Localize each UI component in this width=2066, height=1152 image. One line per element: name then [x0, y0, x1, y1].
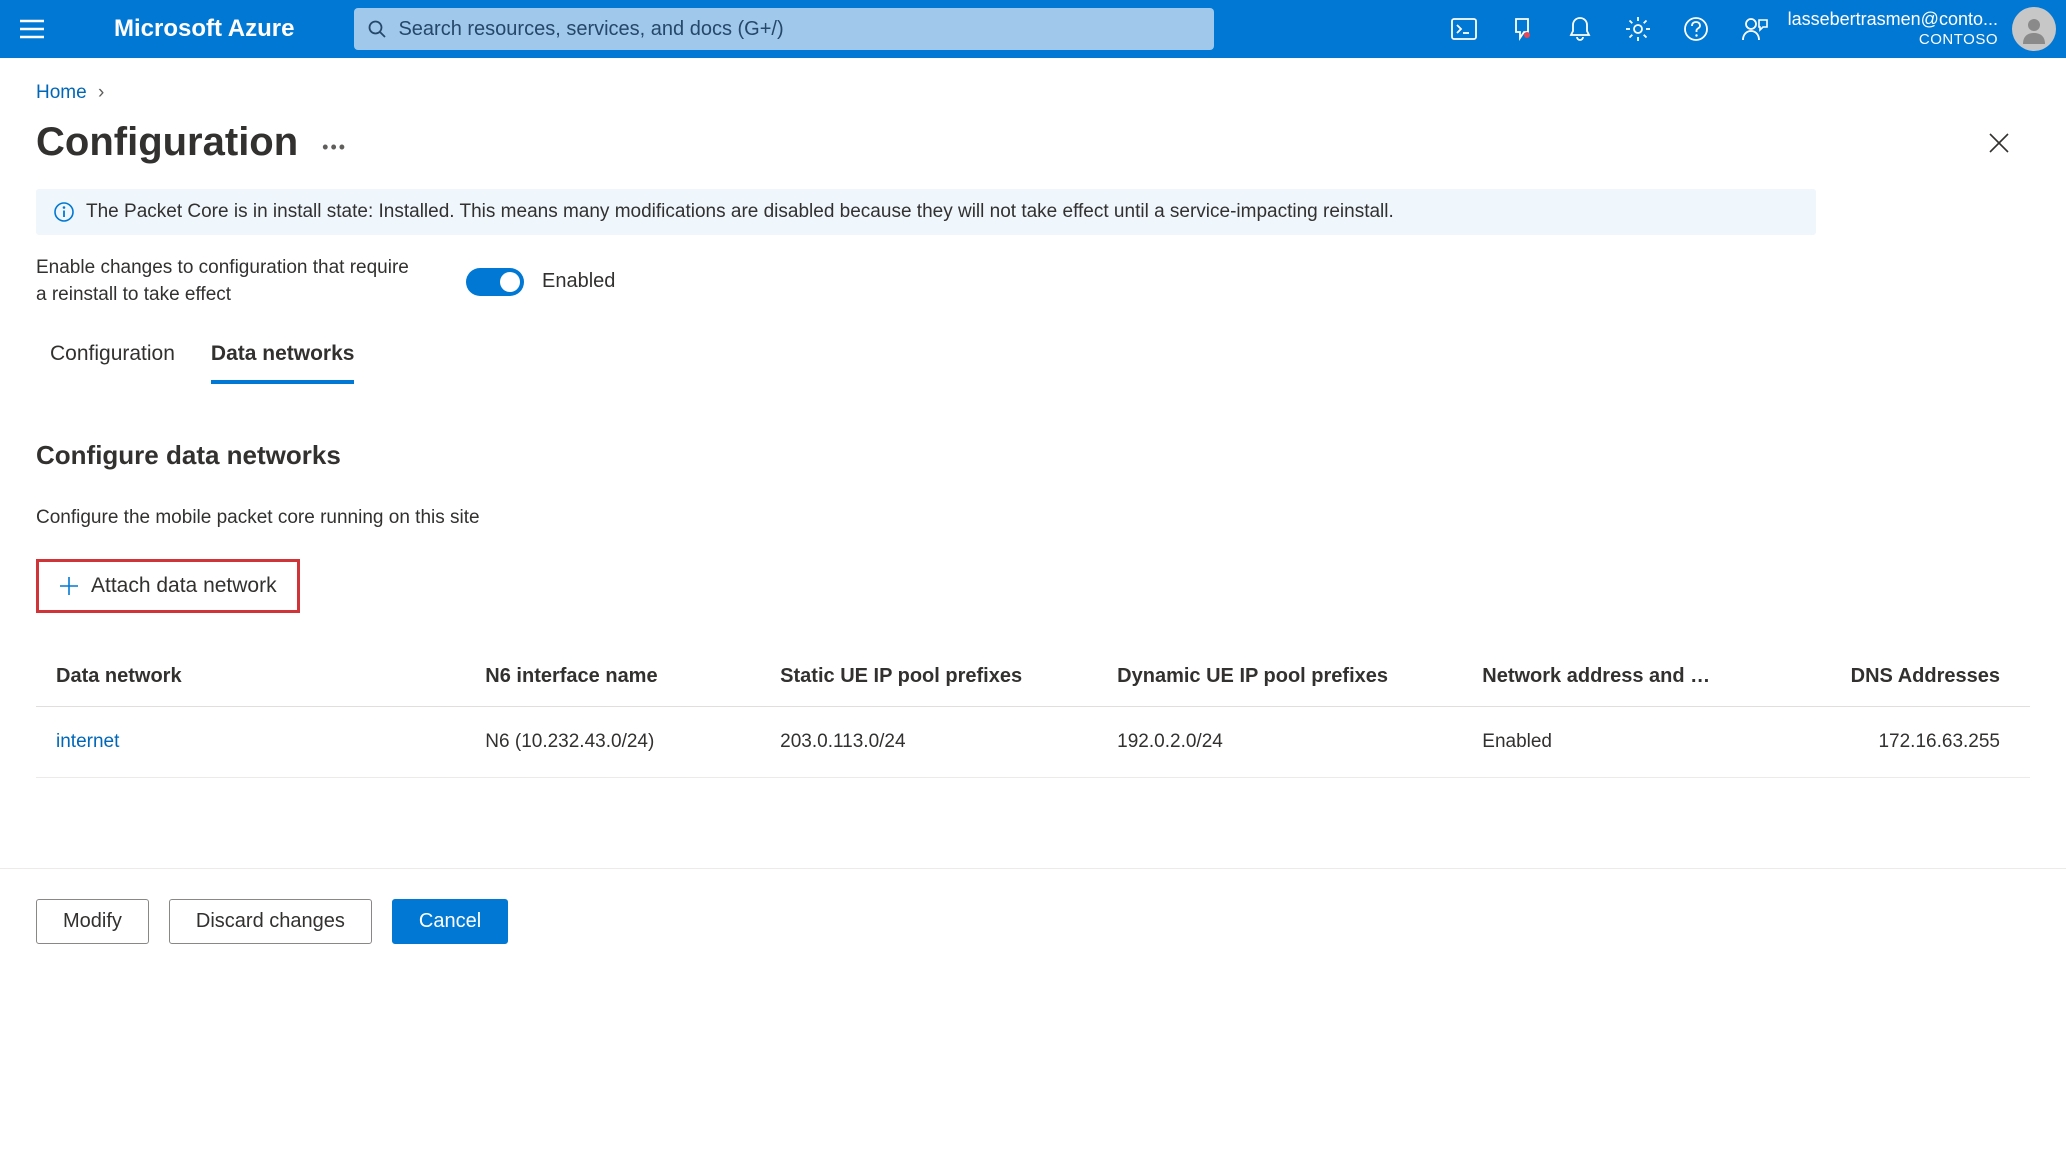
cell-n6: N6 (10.232.43.0/24) — [471, 707, 766, 778]
account-tenant: CONTOSO — [1788, 31, 1998, 49]
more-icon[interactable]: ••• — [322, 127, 347, 158]
info-message: The Packet Core is in install state: Ins… — [86, 201, 1394, 223]
brand-label[interactable]: Microsoft Azure — [114, 15, 294, 43]
col-dns[interactable]: DNS Addresses — [1777, 647, 2030, 707]
breadcrumb: Home › — [0, 58, 2066, 112]
title-row: Configuration ••• — [0, 112, 2066, 189]
col-napt[interactable]: Network address and … — [1468, 647, 1777, 707]
notifications-icon[interactable] — [1566, 15, 1594, 43]
cloud-shell-icon[interactable] — [1450, 15, 1478, 43]
account-email: lassebertrasmen@conto... — [1788, 9, 1998, 31]
cell-data-network[interactable]: internet — [36, 707, 471, 778]
search-input[interactable]: Search resources, services, and docs (G+… — [354, 8, 1214, 50]
topbar-icons — [1450, 15, 1768, 43]
cell-static-ue: 203.0.113.0/24 — [766, 707, 1103, 778]
enable-toggle[interactable] — [466, 268, 524, 296]
section-description: Configure the mobile packet core running… — [36, 507, 2030, 529]
col-n6[interactable]: N6 interface name — [471, 647, 766, 707]
help-icon[interactable] — [1682, 15, 1710, 43]
info-banner: The Packet Core is in install state: Ins… — [36, 189, 1816, 235]
search-icon — [368, 20, 386, 38]
tab-data-networks[interactable]: Data networks — [211, 332, 355, 384]
attach-data-network-button[interactable]: Attach data network — [36, 559, 300, 613]
col-data-network[interactable]: Data network — [36, 647, 471, 707]
table-row: internet N6 (10.232.43.0/24) 203.0.113.0… — [36, 707, 2030, 778]
section-heading: Configure data networks — [36, 440, 2030, 471]
attach-label: Attach data network — [91, 574, 277, 598]
close-icon[interactable] — [1988, 132, 2030, 154]
footer-actions: Modify Discard changes Cancel — [0, 868, 2066, 974]
menu-icon[interactable] — [10, 7, 54, 51]
data-network-table: Data network N6 interface name Static UE… — [36, 647, 2030, 778]
cell-dns: 172.16.63.255 — [1777, 707, 2030, 778]
info-icon — [54, 202, 74, 222]
page-title: Configuration — [36, 120, 298, 165]
chevron-right-icon: › — [98, 82, 104, 103]
avatar[interactable] — [2012, 7, 2056, 51]
tab-configuration[interactable]: Configuration — [50, 332, 175, 384]
col-dynamic-ue[interactable]: Dynamic UE IP pool prefixes — [1103, 647, 1468, 707]
account-block[interactable]: lassebertrasmen@conto... CONTOSO — [1788, 9, 1998, 49]
cancel-button[interactable]: Cancel — [392, 899, 508, 944]
toggle-row: Enable changes to configuration that req… — [0, 251, 2066, 332]
tabs: Configuration Data networks — [0, 332, 2066, 384]
discard-button[interactable]: Discard changes — [169, 899, 372, 944]
section-data-networks: Configure data networks Configure the mo… — [0, 384, 2066, 798]
feedback-icon[interactable] — [1740, 15, 1768, 43]
top-bar: Microsoft Azure Search resources, servic… — [0, 0, 2066, 58]
col-static-ue[interactable]: Static UE IP pool prefixes — [766, 647, 1103, 707]
copilot-icon[interactable] — [1508, 15, 1536, 43]
cell-dynamic-ue: 192.0.2.0/24 — [1103, 707, 1468, 778]
toggle-label: Enable changes to configuration that req… — [36, 255, 416, 308]
breadcrumb-home[interactable]: Home — [36, 82, 87, 103]
cell-napt: Enabled — [1468, 707, 1777, 778]
plus-icon — [59, 576, 79, 596]
modify-button[interactable]: Modify — [36, 899, 149, 944]
search-placeholder: Search resources, services, and docs (G+… — [398, 18, 783, 41]
toggle-state: Enabled — [542, 270, 615, 293]
settings-icon[interactable] — [1624, 15, 1652, 43]
